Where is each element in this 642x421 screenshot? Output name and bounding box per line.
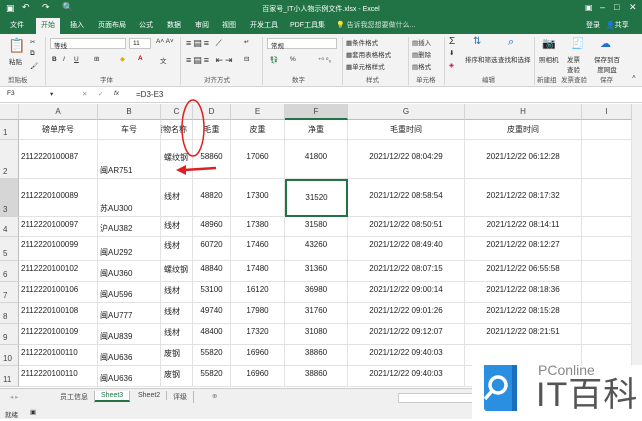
sheet-nav-arrows[interactable]: ◂ ▸ — [10, 393, 18, 401]
logo-name: IT百科 — [536, 376, 639, 414]
annotation-arrow-line — [183, 166, 217, 172]
annotation-circle — [181, 99, 205, 157]
horizontal-scrollbar[interactable] — [398, 393, 478, 403]
sheet-tab-employees[interactable]: 员工信息 — [54, 391, 95, 403]
status-ready: 就绪 — [5, 412, 18, 419]
sheet-tab-rating[interactable]: 评级 — [167, 391, 194, 403]
annotation-layer — [176, 99, 217, 175]
sheet-tab-sheet3[interactable]: Sheet3 — [95, 391, 131, 402]
annotation-arrowhead — [176, 165, 186, 175]
watermark-logo: PConline IT百科 — [472, 362, 642, 419]
sheet-tab-sheet2[interactable]: Sheet2 — [132, 391, 168, 400]
macro-record-icon[interactable]: ▣ — [30, 408, 36, 416]
add-sheet-button[interactable]: ⊕ — [212, 392, 217, 400]
